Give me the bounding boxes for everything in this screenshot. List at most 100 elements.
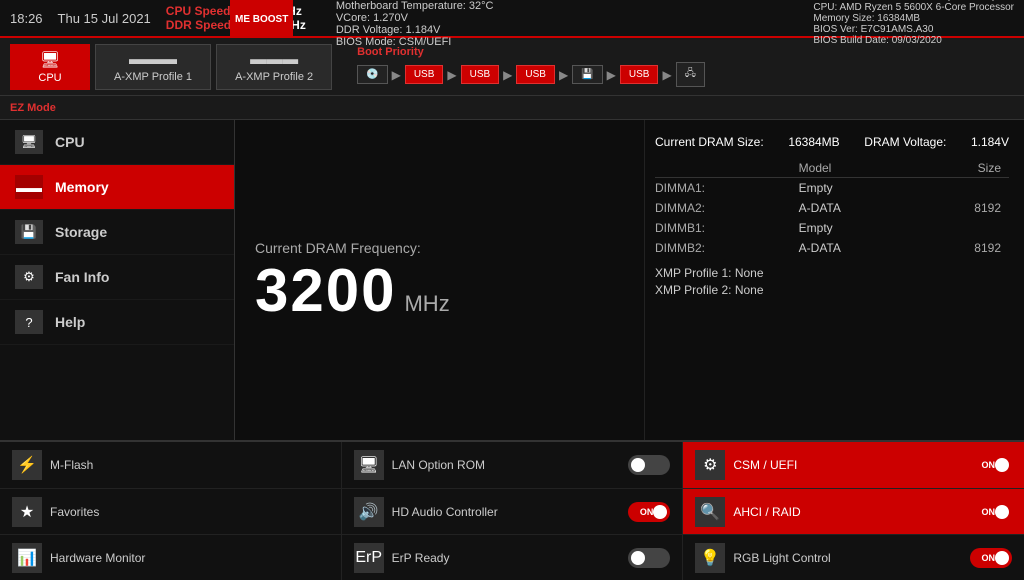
slot-size	[923, 218, 1009, 238]
bottom-item-0-1[interactable]: 🖥 LAN Option ROM	[342, 442, 684, 488]
tab-cpu[interactable]: 🖥 CPU	[10, 44, 90, 90]
axmp2-icon: ▬▬▬	[250, 51, 298, 69]
bottom-item-0-2[interactable]: ⚙ CSM / UEFI ON	[683, 442, 1024, 488]
sidebar-item-storage[interactable]: 💾 Storage	[0, 210, 234, 255]
toggle-label: ON	[982, 507, 996, 517]
ez-mode-bar: EZ Mode	[0, 96, 1024, 120]
tab-axmp2-label: A-XMP Profile 2	[235, 71, 313, 83]
toggle-on-2-2[interactable]: ON	[970, 548, 1012, 568]
bottom-item-label-0-2: CSM / UEFI	[733, 458, 962, 472]
bottom-item-1-0[interactable]: ★ Favorites	[0, 489, 342, 534]
storage-icon: 💾	[15, 220, 43, 244]
dram-size-label: Current DRAM Size:	[655, 135, 764, 149]
cpu-speed-label: CPU Speed	[166, 4, 231, 18]
bottom-row-1: ★ Favorites 🔊 HD Audio Controller ON 🔍 A…	[0, 488, 1024, 534]
top-bar-temps: CPU Temperature: 33°C Motherboard Temper…	[336, 0, 494, 48]
slot-model: Empty	[799, 178, 923, 199]
toggle-on-0-2[interactable]: ON	[970, 455, 1012, 475]
slot-name: DIMMA2:	[655, 198, 799, 218]
top-bar-speeds: CPU Speed DDR Speed	[166, 4, 231, 32]
fan-icon: ⚙	[15, 265, 43, 289]
sidebar-item-fan[interactable]: ⚙ Fan Info	[0, 255, 234, 300]
vcore: VCore: 1.270V	[336, 12, 494, 24]
boot-device-usb3[interactable]: USB	[516, 65, 555, 84]
sidebar-memory-label: Memory	[55, 179, 109, 195]
bios-mode: BIOS Mode: CSM/UEFI	[336, 36, 494, 48]
dram-size-row: Current DRAM Size: 16384MB DRAM Voltage:…	[655, 135, 1009, 149]
boot-device-usb4[interactable]: USB	[620, 65, 659, 84]
toggle-knob	[631, 458, 645, 472]
dram-voltage-label: DRAM Voltage:	[864, 135, 946, 149]
sidebar-item-help[interactable]: ? Help	[0, 300, 234, 345]
boot-arrow-4: ▶	[559, 68, 568, 82]
memory-icon: ▬▬	[15, 175, 43, 199]
tab-axmp2[interactable]: ▬▬▬ A-XMP Profile 2	[216, 44, 332, 90]
dram-size-value: 16384MB	[788, 135, 839, 149]
bottom-item-label-2-1: ErP Ready	[392, 551, 621, 565]
bottom-item-label-2-0: Hardware Monitor	[50, 551, 329, 565]
dram-table: Model Size DIMMA1: Empty DIMMA2: A-DATA …	[655, 159, 1009, 258]
bottom-item-icon-0-2: ⚙	[695, 450, 725, 480]
boot-device-dvd[interactable]: 💿	[357, 65, 387, 84]
bottom-row-2: 📊 Hardware Monitor ErP ErP Ready 💡 RGB L…	[0, 534, 1024, 580]
bottom-item-label-2-2: RGB Light Control	[733, 551, 962, 565]
bottom-item-label-1-0: Favorites	[50, 505, 329, 519]
bottom-item-icon-2-0: 📊	[12, 543, 42, 573]
boot-device-net[interactable]: 🖧	[676, 62, 705, 87]
col-slot	[655, 159, 799, 178]
slot-model: Empty	[799, 218, 923, 238]
dram-slot-row: DIMMB2: A-DATA 8192	[655, 238, 1009, 258]
slot-size: 8192	[923, 198, 1009, 218]
boost-badge: ME BOOST	[230, 0, 293, 38]
main-layout: 🖥 CPU ▬▬ Memory 💾 Storage ⚙ Fan Info ? H…	[0, 120, 1024, 440]
bottom-item-1-1[interactable]: 🔊 HD Audio Controller ON	[342, 489, 684, 534]
boot-arrow-2: ▶	[447, 68, 456, 82]
sidebar-item-memory[interactable]: ▬▬ Memory	[0, 165, 234, 210]
sidebar-cpu-label: CPU	[55, 134, 85, 150]
xmp2-row: XMP Profile 2: None	[655, 283, 1009, 297]
bottom-item-2-1[interactable]: ErP ErP Ready	[342, 535, 684, 580]
bottom-item-2-0[interactable]: 📊 Hardware Monitor	[0, 535, 342, 580]
xmp1-label: XMP Profile 1:	[655, 266, 731, 280]
toggle-on-1-2[interactable]: ON	[970, 502, 1012, 522]
dram-freq-value: 3200	[255, 261, 396, 321]
slot-model: A-DATA	[799, 198, 923, 218]
bottom-item-label-0-0: M-Flash	[50, 458, 329, 472]
slot-model: A-DATA	[799, 238, 923, 258]
toggle-knob	[995, 458, 1009, 472]
sidebar-storage-label: Storage	[55, 224, 107, 240]
toggle-label: ON	[640, 507, 654, 517]
toggle-on-1-1[interactable]: ON	[628, 502, 670, 522]
boot-priority: Boot Priority 💿 ▶ USB ▶ USB ▶ USB ▶ 💾 ▶ …	[357, 46, 705, 87]
slot-name: DIMMB2:	[655, 238, 799, 258]
top-bar-date: Thu 15 Jul 2021	[58, 11, 151, 26]
sidebar-item-cpu[interactable]: 🖥 CPU	[0, 120, 234, 165]
bottom-item-2-2[interactable]: 💡 RGB Light Control ON	[683, 535, 1024, 580]
bottom-item-label-1-1: HD Audio Controller	[392, 505, 621, 519]
tab-axmp1[interactable]: ▬▬▬ A-XMP Profile 1	[95, 44, 211, 90]
dram-freq-display: 3200 MHz	[255, 261, 624, 321]
slot-size: 8192	[923, 238, 1009, 258]
toggle-knob	[995, 551, 1009, 565]
bottom-item-0-0[interactable]: ⚡ M-Flash	[0, 442, 342, 488]
ddr-speed-label: DDR Speed	[166, 18, 231, 32]
boot-devices-list: 💿 ▶ USB ▶ USB ▶ USB ▶ 💾 ▶ USB ▶ 🖧	[357, 62, 705, 87]
toggle-off-0-1[interactable]	[628, 455, 670, 475]
boot-device-usb1[interactable]: USB	[405, 65, 444, 84]
toggle-label: ON	[982, 553, 996, 563]
boot-device-usb2[interactable]: USB	[461, 65, 500, 84]
toggle-off-2-1[interactable]	[628, 548, 670, 568]
bottom-item-icon-0-0: ⚡	[12, 450, 42, 480]
xmp1-value: None	[735, 266, 764, 280]
tab-cpu-label: CPU	[38, 72, 61, 84]
boot-arrow-6: ▶	[662, 68, 671, 82]
bios-date: BIOS Build Date: 09/03/2020	[813, 35, 1014, 46]
col-model: Model	[799, 159, 923, 178]
bottom-item-1-2[interactable]: 🔍 AHCI / RAID ON	[683, 489, 1024, 534]
bottom-item-icon-2-1: ErP	[354, 543, 384, 573]
bottom-item-label-0-1: LAN Option ROM	[392, 458, 621, 472]
toggle-knob	[631, 551, 645, 565]
boot-device-hdd[interactable]: 💾	[572, 65, 602, 84]
cpu-tab-icon: 🖥	[40, 50, 60, 70]
bottom-item-label-1-2: AHCI / RAID	[733, 505, 962, 519]
